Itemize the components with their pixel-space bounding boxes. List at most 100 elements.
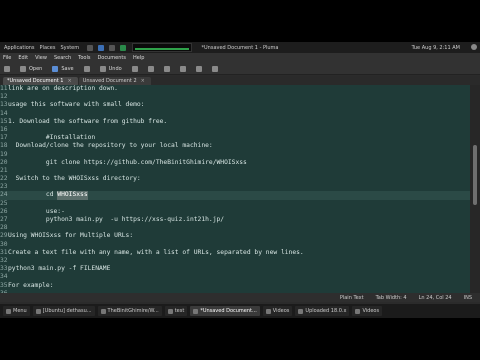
- editor-line[interactable]: 16: [0, 126, 470, 134]
- open-button[interactable]: Open: [20, 65, 42, 72]
- paste-icon: [179, 65, 186, 72]
- system-monitor-graph: [132, 43, 193, 52]
- panel-launchers: [87, 44, 127, 51]
- taskbar-item-label: Videos: [362, 308, 380, 314]
- paste-button[interactable]: [179, 65, 186, 72]
- app-icon: [35, 308, 41, 314]
- app-icon: [6, 308, 11, 314]
- editor-line[interactable]: 19: [0, 151, 470, 159]
- places-menu[interactable]: Places: [40, 45, 56, 51]
- editor-line[interactable]: 30: [0, 241, 470, 249]
- editor-line[interactable]: 15 1. Download the software from github f…: [0, 118, 470, 126]
- menu-view[interactable]: View: [35, 55, 47, 61]
- redo-button[interactable]: [131, 65, 138, 72]
- line-number: 26: [0, 207, 8, 215]
- taskbar-item-label: Uploaded 18.0.x: [305, 308, 347, 314]
- browser-icon[interactable]: [98, 44, 105, 51]
- copy-button[interactable]: [163, 65, 170, 72]
- editor-line[interactable]: 34: [0, 273, 470, 281]
- editor-line[interactable]: 14: [0, 110, 470, 118]
- files-icon[interactable]: [109, 44, 116, 51]
- taskbar-item[interactable]: Videos: [352, 306, 383, 316]
- system-menu[interactable]: System: [60, 45, 79, 51]
- editor-line[interactable]: 22 Switch to the WHOISxss directory:: [0, 175, 470, 183]
- save-button[interactable]: Save: [52, 65, 74, 72]
- close-icon[interactable]: ×: [141, 78, 145, 84]
- editor-line[interactable]: 23: [0, 183, 470, 191]
- taskbar-item[interactable]: test: [164, 306, 188, 316]
- terminal-icon[interactable]: [87, 44, 94, 51]
- new-document-icon: [4, 65, 10, 72]
- editor-line[interactable]: 25: [0, 200, 470, 208]
- app-icon: [167, 308, 173, 314]
- replace-button[interactable]: [211, 65, 218, 72]
- cut-button[interactable]: [147, 65, 154, 72]
- taskbar-item-label: test: [174, 308, 185, 314]
- app-icon: [193, 308, 199, 314]
- line-number: 35: [0, 281, 8, 289]
- editor-line[interactable]: 17 #Installation: [0, 134, 470, 142]
- line-number: 28: [0, 224, 8, 232]
- editor-line[interactable]: 29 Using WHOISxss for Multiple URLs:: [0, 232, 470, 240]
- scrollbar-thumb[interactable]: [473, 145, 477, 205]
- document-tabs: *Unsaved Document 1 × Unsaved Document 2…: [0, 76, 480, 85]
- vertical-scrollbar[interactable]: [470, 85, 480, 293]
- undo-label: Undo: [108, 65, 122, 72]
- editor-icon[interactable]: [120, 44, 127, 51]
- menu-search[interactable]: Search: [54, 55, 71, 61]
- new-button[interactable]: [4, 65, 10, 72]
- editor-line[interactable]: 13 usage this software with small demo:: [0, 101, 470, 109]
- menu-file[interactable]: File: [3, 55, 11, 61]
- taskbar-item-label: Menu: [13, 308, 27, 314]
- taskbar-item[interactable]: *Unsaved Document...: [190, 306, 260, 316]
- line-number: 13: [0, 101, 8, 109]
- editor-line[interactable]: 20 git clone https://github.com/TheBinit…: [0, 159, 470, 167]
- find-button[interactable]: [195, 65, 202, 72]
- status-bar: Plain Text Tab Width: 4 Ln 24, Col 24 IN…: [0, 293, 480, 302]
- taskbar-item[interactable]: [Ubuntu] dethasu...: [32, 306, 95, 316]
- line-number: 20: [0, 158, 8, 166]
- editor-line[interactable]: 33 python3 main.py -f FILENAME: [0, 265, 470, 273]
- editor-line[interactable]: 11 link are on description down.: [0, 85, 470, 93]
- tab-label: *Unsaved Document 1: [7, 78, 64, 84]
- editor-line[interactable]: 27 python3 main.py -u https://xss-quiz.i…: [0, 216, 470, 224]
- editor-line[interactable]: 35 For example:: [0, 282, 470, 290]
- editor-line[interactable]: 21: [0, 167, 470, 175]
- editor-line[interactable]: 12: [0, 93, 470, 101]
- taskbar-item[interactable]: Uploaded 18.0.x: [295, 306, 350, 316]
- tab-unsaved-document-1[interactable]: *Unsaved Document 1 ×: [3, 77, 78, 85]
- editor-line[interactable]: 18 Download/clone the repository to your…: [0, 142, 470, 150]
- line-text: usage this software with small demo:: [8, 101, 145, 109]
- line-number: 31: [0, 248, 8, 256]
- menu-tools[interactable]: Tools: [78, 55, 90, 61]
- taskbar-item[interactable]: Menu: [3, 306, 30, 316]
- app-icon: [100, 308, 106, 314]
- menu-help[interactable]: Help: [133, 55, 144, 61]
- menu-documents[interactable]: Documents: [97, 55, 126, 61]
- line-number: 16: [0, 125, 8, 133]
- power-icon[interactable]: [471, 44, 477, 50]
- taskbar-item[interactable]: TheBinitGhimire/W...: [97, 306, 162, 316]
- taskbar-item[interactable]: Videos: [262, 306, 293, 316]
- clock[interactable]: Tue Aug 9, 2:11 AM: [412, 45, 460, 51]
- text-editor-area[interactable]: 11 link are on description down. 12 13 usage…: [0, 85, 470, 293]
- tab-width-selector[interactable]: Tab Width: 4: [376, 295, 407, 301]
- cursor-position: Ln 24, Col 24: [418, 294, 452, 301]
- menu-edit[interactable]: Edit: [18, 55, 28, 61]
- undo-button[interactable]: Undo: [99, 65, 122, 72]
- editor-line[interactable]: 24 cd WHOISxss: [0, 191, 470, 200]
- applications-menu[interactable]: Applications: [4, 45, 35, 51]
- close-icon[interactable]: ×: [67, 78, 71, 84]
- insert-mode: INS: [463, 294, 472, 301]
- editor-line[interactable]: 32: [0, 257, 470, 265]
- syntax-selector[interactable]: Plain Text: [340, 295, 364, 301]
- editor-line[interactable]: 26 use:-: [0, 208, 470, 216]
- tab-unsaved-document-2[interactable]: Unsaved Document 2 ×: [78, 77, 151, 85]
- menu-bar: File Edit View Search Tools Documents He…: [0, 53, 480, 63]
- open-folder-icon: [20, 65, 26, 72]
- editor-line[interactable]: 31 Create a text file with any name, with…: [0, 249, 470, 257]
- print-button[interactable]: [83, 65, 90, 72]
- line-number: 15: [0, 117, 8, 125]
- copy-icon: [163, 65, 170, 72]
- editor-line[interactable]: 28: [0, 224, 470, 232]
